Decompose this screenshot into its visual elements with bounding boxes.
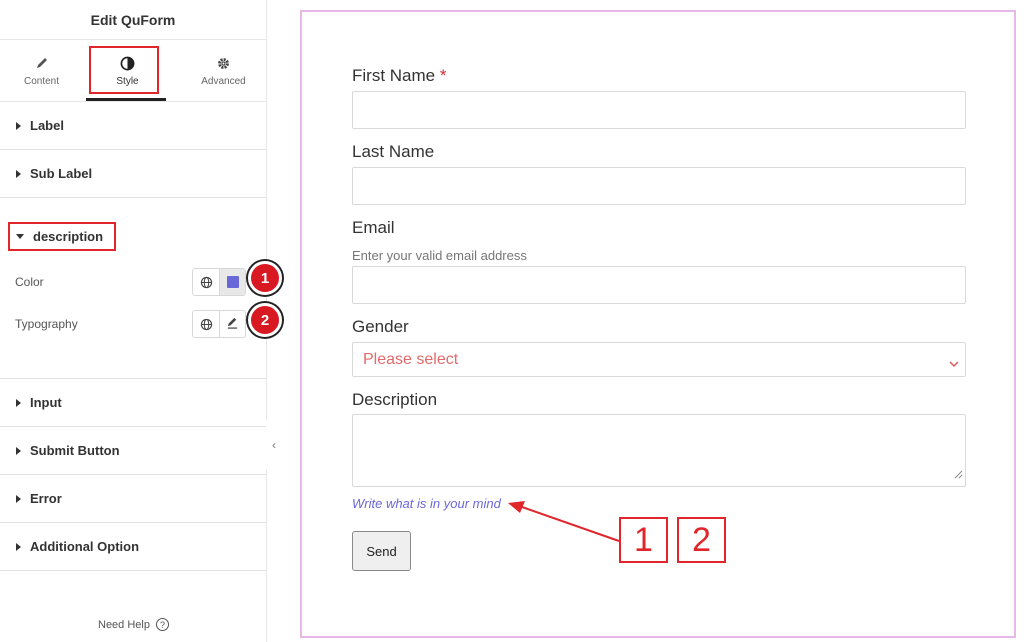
section-input[interactable]: Input: [0, 379, 267, 427]
contrast-icon: [120, 54, 135, 72]
tab-content[interactable]: Content: [0, 40, 83, 101]
typography-control-buttons: [192, 310, 246, 338]
caret-right-icon: [16, 494, 21, 503]
color-control-label: Color: [15, 275, 44, 289]
section-additional-option[interactable]: Additional Option: [0, 523, 267, 571]
panel-title: Edit QuForm: [0, 0, 266, 40]
help-icon: ?: [155, 618, 169, 631]
step-badge-1: 1: [248, 261, 282, 295]
globe-icon[interactable]: [193, 311, 219, 337]
pencil-icon: [35, 54, 49, 72]
tab-style-label: Style: [116, 76, 139, 87]
chevron-down-icon: [949, 355, 959, 373]
first-name-label-text: First Name: [352, 66, 436, 85]
gear-icon: [216, 54, 231, 72]
section-sub-label[interactable]: Sub Label: [0, 150, 266, 198]
color-control-buttons: [192, 268, 246, 296]
callout-2: 2: [677, 517, 726, 563]
first-name-input[interactable]: [352, 91, 966, 129]
globe-icon[interactable]: [193, 269, 219, 295]
need-help-link[interactable]: Need Help ?: [0, 618, 267, 631]
color-swatch: [226, 276, 239, 288]
gender-select[interactable]: Please select: [352, 342, 966, 377]
callout-1: 1: [619, 517, 668, 563]
section-description[interactable]: description: [0, 213, 267, 260]
section-additional-option-title: Additional Option: [30, 539, 140, 554]
need-help-label: Need Help: [98, 618, 150, 631]
color-control: Color: [0, 268, 267, 296]
description-textarea[interactable]: [352, 414, 966, 487]
sections-bottom: Input Submit Button Error Additional Opt…: [0, 378, 267, 571]
color-picker-button[interactable]: [219, 269, 245, 295]
required-mark: *: [439, 66, 447, 85]
caret-down-icon: [16, 234, 24, 239]
section-input-title: Input: [30, 395, 62, 410]
section-submit-button[interactable]: Submit Button: [0, 427, 267, 475]
section-sub-label-title: Sub Label: [30, 166, 93, 181]
email-help-text: Enter your valid email address: [352, 248, 527, 263]
editor-sidebar: Edit QuForm Content Style Advanced Label: [0, 0, 282, 642]
last-name-label: Last Name: [352, 142, 435, 161]
last-name-input[interactable]: [352, 167, 966, 205]
caret-right-icon: [16, 446, 21, 455]
step-badge-2: 2: [248, 303, 282, 337]
caret-right-icon: [16, 398, 21, 407]
tab-bar: Content Style Advanced: [0, 40, 266, 102]
section-label-title: Label: [30, 118, 64, 133]
description-help-text: Write what is in your mind: [352, 496, 501, 511]
tab-content-label: Content: [23, 76, 60, 87]
section-error-title: Error: [30, 491, 62, 506]
caret-right-icon: [16, 169, 21, 178]
tab-advanced[interactable]: Advanced: [182, 40, 265, 101]
email-label: Email: [352, 218, 395, 237]
section-submit-button-title: Submit Button: [30, 443, 120, 458]
first-name-label: First Name *: [352, 66, 446, 86]
typography-control-label: Typography: [15, 317, 78, 331]
gender-select-value: Please select: [363, 350, 459, 368]
collapse-panel-button[interactable]: ‹: [266, 420, 282, 470]
typography-control: Typography: [0, 310, 267, 338]
gender-label: Gender: [352, 317, 409, 336]
section-description-title: description: [33, 229, 104, 244]
description-label: Description: [352, 390, 438, 409]
tab-style[interactable]: Style: [86, 40, 169, 101]
pencil-icon: [226, 316, 239, 332]
caret-right-icon: [16, 542, 21, 551]
section-error[interactable]: Error: [0, 475, 267, 523]
chevron-left-icon: ‹: [272, 438, 276, 452]
caret-right-icon: [16, 121, 21, 130]
resize-grip-icon[interactable]: [954, 466, 963, 484]
active-tab-indicator: [86, 98, 166, 101]
tab-advanced-label: Advanced: [201, 76, 246, 87]
send-button[interactable]: Send: [352, 531, 411, 571]
typography-edit-button[interactable]: [219, 311, 245, 337]
email-input[interactable]: [352, 266, 966, 304]
section-label[interactable]: Label: [0, 102, 266, 150]
